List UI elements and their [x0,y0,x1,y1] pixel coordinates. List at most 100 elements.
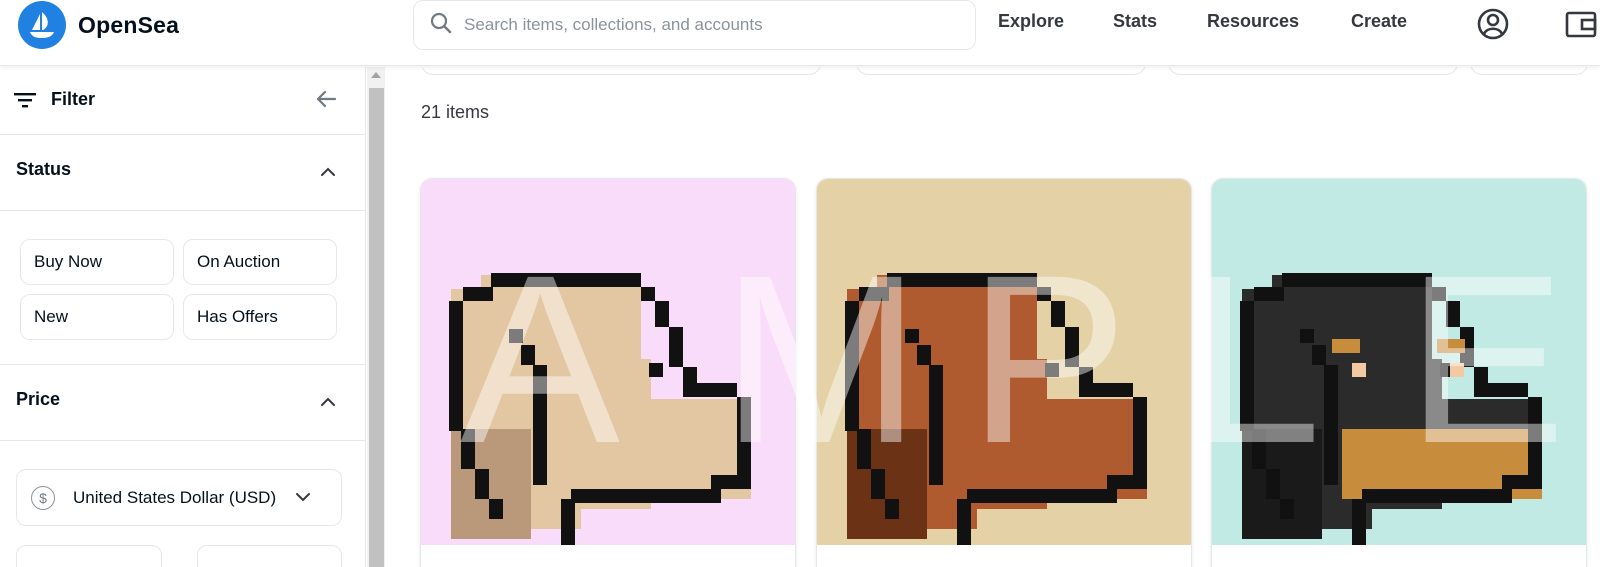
opensea-logo-icon [18,1,66,49]
dog-ear-line [1300,329,1314,343]
dog-ear-line [1312,345,1326,365]
outline [1352,499,1366,545]
outline [1362,489,1512,503]
nft-image [421,179,795,545]
status-on-auction[interactable]: On Auction [183,239,337,285]
tab-stub [1168,67,1458,75]
filter-header: Filter [0,67,365,135]
price-min-input[interactable] [16,545,162,567]
nft-card[interactable] [816,178,1192,567]
nav-explore[interactable]: Explore [998,11,1064,32]
dog-eye [1045,363,1059,377]
nav-resources[interactable]: Resources [1207,11,1299,32]
outline [1266,469,1280,499]
dog-eye [1352,363,1366,377]
collapse-arrow-icon[interactable] [315,88,337,115]
search-input[interactable] [464,15,944,35]
outline [489,499,503,519]
outline [475,469,489,499]
outline [449,301,463,431]
status-new[interactable]: New [20,294,174,340]
outline [571,489,721,503]
currency-select[interactable]: $ United States Dollar (USD) [16,469,342,526]
dollar-icon: $ [31,485,55,510]
status-title: Status [16,159,72,179]
outline [1282,273,1432,287]
outline [1107,475,1147,489]
dog-ear-line [917,345,931,365]
nav-create[interactable]: Create [1351,11,1407,32]
tab-stub [1470,67,1588,75]
nft-card[interactable] [420,178,796,567]
outline [967,489,1117,503]
status-buy-now[interactable]: Buy Now [20,239,174,285]
outline [461,429,475,469]
chevron-down-icon [295,489,311,507]
dog-eye [1450,363,1464,377]
item-count: 21 items [421,102,490,122]
outline [655,301,669,327]
outline [857,429,871,469]
outline [1488,383,1528,397]
nft-image [817,179,1191,545]
outline [1252,429,1266,469]
outline [845,301,859,431]
outline [1502,475,1542,489]
dog-light-art [421,179,795,545]
outline [491,273,641,287]
filter-icon [14,91,36,114]
dog-red-art [817,179,1191,545]
tab-stub [421,67,821,75]
scrollbar-thumb[interactable] [369,88,384,567]
dog-head [481,275,641,365]
outline [887,273,1037,287]
chevron-up-icon [320,164,336,182]
filter-label: Filter [51,89,96,109]
scroll-up-arrow-icon[interactable] [371,72,381,78]
status-has-offers[interactable]: Has Offers [183,294,337,340]
dog-eye [649,363,663,377]
dog-black-art [1212,179,1586,545]
outline [669,327,683,367]
filter-sidebar: Filter Status Buy Now On Auction New Has… [0,67,366,567]
price-title: Price [16,389,61,409]
outline [1528,397,1542,477]
currency-value: United States Dollar (USD) [73,487,277,507]
outline [1037,287,1051,301]
price-max-input[interactable] [197,545,342,567]
nft-card[interactable] [1211,178,1587,567]
search-bar[interactable] [413,0,976,50]
outline [1093,383,1133,397]
nav-stats[interactable]: Stats [1113,11,1157,32]
dog-ear-line [929,365,943,485]
dog-ear-line [1324,365,1338,485]
dog-ear-line [521,345,535,365]
brand-name: OpenSea [78,11,180,38]
profile-icon[interactable] [1476,7,1510,46]
main-content: 21 items A M P L E [386,67,1600,567]
outline [463,287,493,301]
outline [871,469,885,499]
outline [641,287,655,301]
dog-ear-line [509,329,523,343]
status-section-header[interactable]: Status [0,135,365,211]
wallet-icon[interactable] [1564,7,1598,46]
outline [859,287,889,301]
dog-brow [1437,339,1465,353]
outline [1254,287,1284,301]
dog-brow [1332,339,1360,353]
top-navbar: OpenSea Explore Stats Resources Create [0,0,1600,66]
outline [711,475,751,489]
opensea-logo[interactable]: OpenSea [18,1,179,49]
search-icon [430,12,452,39]
outline [737,397,751,477]
outline [683,367,697,397]
outline [561,499,575,545]
outline [1065,327,1079,367]
price-section-header[interactable]: Price [0,365,365,441]
outline [957,499,971,545]
dog-ear-line [905,329,919,343]
outline [697,383,737,397]
outline [1280,499,1294,519]
outline [1051,301,1065,327]
